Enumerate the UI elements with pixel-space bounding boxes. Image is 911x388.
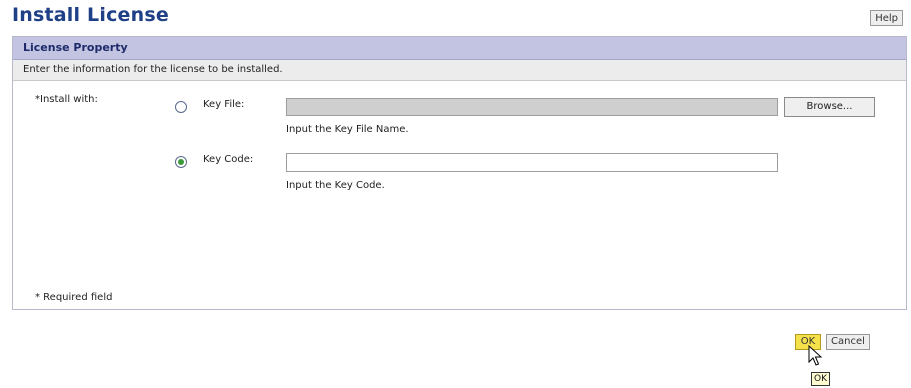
key-code-label: Key Code: [203, 154, 254, 165]
mouse-pointer-icon [808, 345, 822, 366]
key-file-label: Key File: [203, 99, 245, 110]
panel-description: Enter the information for the license to… [13, 60, 906, 81]
key-code-input[interactable] [286, 153, 778, 172]
page-title: Install License [12, 4, 169, 26]
key-code-radio[interactable] [175, 156, 187, 168]
key-file-input[interactable] [286, 98, 778, 116]
cancel-button[interactable]: Cancel [826, 334, 870, 350]
key-file-hint: Input the Key File Name. [286, 124, 409, 135]
help-button[interactable]: Help [870, 10, 903, 26]
install-with-label: *Install with: [35, 94, 98, 105]
browse-button[interactable]: Browse... [784, 97, 875, 117]
license-property-panel: License Property Enter the information f… [12, 36, 907, 310]
panel-title: License Property [13, 37, 906, 60]
key-file-radio[interactable] [175, 101, 187, 113]
key-code-hint: Input the Key Code. [286, 180, 385, 191]
ok-tooltip: OK [811, 372, 830, 386]
required-field-note: * Required field [35, 292, 113, 303]
